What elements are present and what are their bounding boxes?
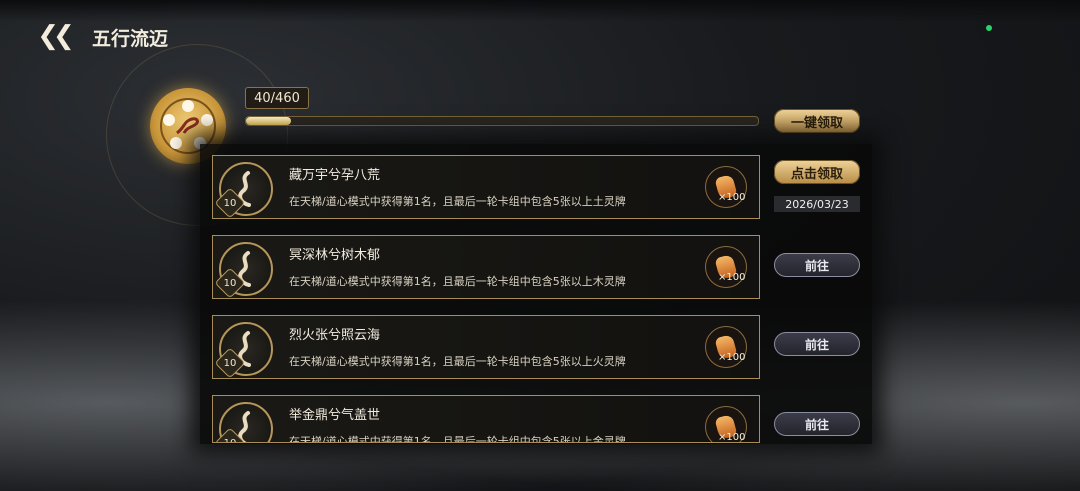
reward-quantity: ×100 [718, 352, 746, 363]
task-description: 在天梯/道心模式中获得第1名，且最后一轮卡组中包含5张以上火灵牌 [289, 355, 626, 368]
task-description: 在天梯/道心模式中获得第1名，且最后一轮卡组中包含5张以上木灵牌 [289, 275, 626, 288]
status-dot [986, 25, 992, 31]
claim-date: 2026/03/23 [774, 196, 860, 212]
reward-quantity: ×100 [718, 192, 746, 203]
double-chevron-left-icon: ❮❮ [37, 21, 74, 51]
top-bar [0, 0, 1080, 22]
goto-button[interactable]: 前往 [774, 253, 860, 277]
goto-button[interactable]: 前往 [774, 332, 860, 356]
reward-item[interactable]: ×100 [705, 166, 747, 208]
progress-bar-fill [246, 117, 291, 125]
task-row: 10 烈火张兮照云海 在天梯/道心模式中获得第1名，且最后一轮卡组中包含5张以上… [212, 315, 760, 379]
task-description: 在天梯/道心模式中获得第1名，且最后一轮卡组中包含5张以上金灵牌 [289, 435, 626, 443]
task-title: 举金鼎兮气盖世 [289, 408, 381, 423]
task-title: 藏万宇兮孕八荒 [289, 168, 381, 183]
goto-button[interactable]: 前往 [774, 412, 860, 436]
progress-counter: 40/460 [245, 87, 309, 109]
task-description: 在天梯/道心模式中获得第1名，且最后一轮卡组中包含5张以上土灵牌 [289, 195, 626, 208]
back-button[interactable]: ❮❮ [30, 21, 76, 51]
claim-button[interactable]: 点击领取 [774, 160, 860, 184]
task-row: 10 藏万宇兮孕八荒 在天梯/道心模式中获得第1名，且最后一轮卡组中包含5张以上… [212, 155, 760, 219]
progress-bar [245, 116, 759, 126]
reward-quantity: ×100 [718, 272, 746, 283]
task-row: 10 冥深林兮树木郁 在天梯/道心模式中获得第1名，且最后一轮卡组中包含5张以上… [212, 235, 760, 299]
task-row: 10 举金鼎兮气盖世 在天梯/道心模式中获得第1名，且最后一轮卡组中包含5张以上… [212, 395, 760, 443]
claim-all-button[interactable]: 一键领取 [774, 109, 860, 133]
reward-quantity: ×100 [718, 432, 746, 443]
reward-item[interactable]: ×100 [705, 406, 747, 443]
task-title: 冥深林兮树木郁 [289, 248, 381, 263]
reward-item[interactable]: ×100 [705, 326, 747, 368]
task-title: 烈火张兮照云海 [289, 328, 381, 343]
reward-item[interactable]: ×100 [705, 246, 747, 288]
page-title: 五行流迈 [92, 28, 169, 50]
